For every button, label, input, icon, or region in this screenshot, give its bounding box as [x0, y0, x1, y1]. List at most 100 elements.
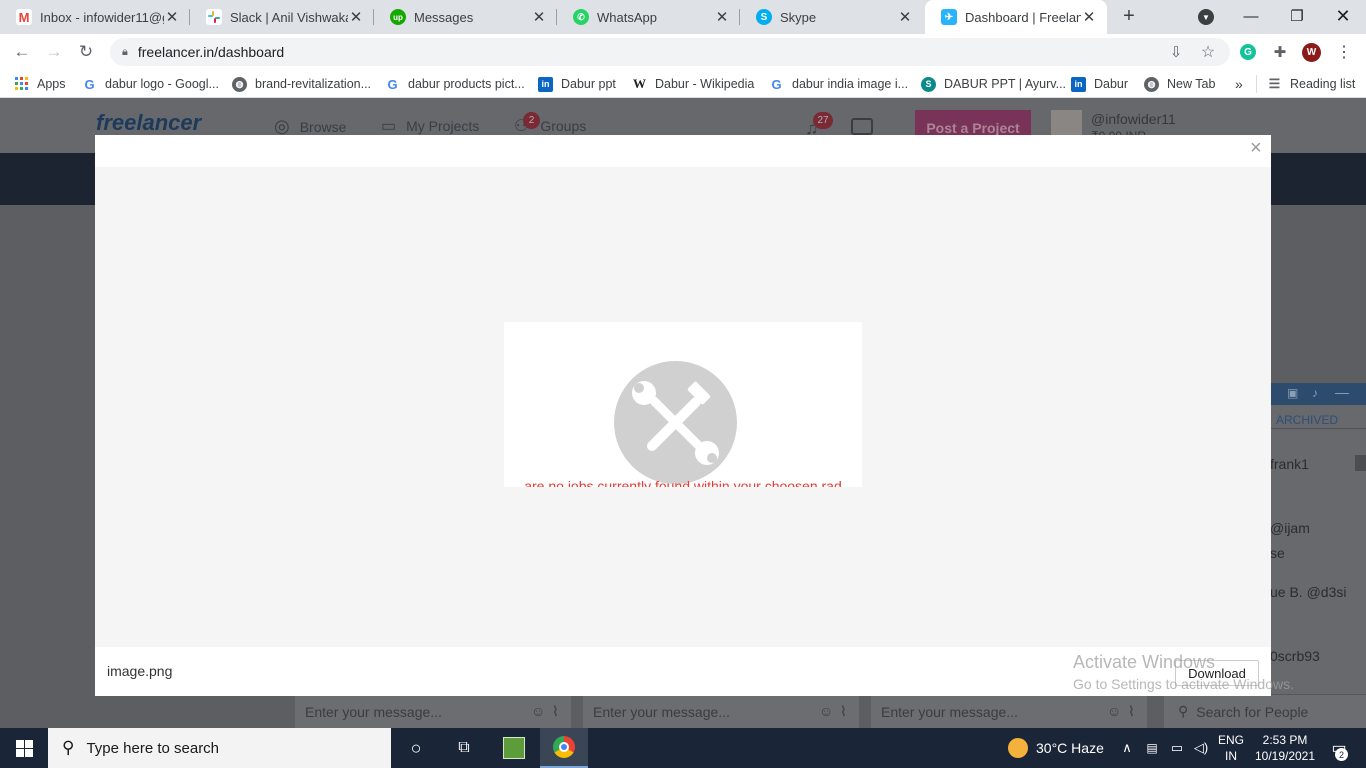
- taskbar-app-spreadsheet[interactable]: [491, 728, 537, 768]
- bookmark-label: dabur logo - Googl...: [105, 77, 219, 91]
- bookmark-item[interactable]: in Dabur: [1071, 70, 1128, 98]
- close-icon[interactable]: ✕: [897, 8, 913, 26]
- browser-toolbar: ← → ↻ 🔒︎ freelancer.in/dashboard ⇩ ☆ G ✚…: [0, 34, 1366, 70]
- taskbar-app-chrome[interactable]: [540, 728, 588, 768]
- network-icon[interactable]: ▤: [1142, 728, 1162, 768]
- close-icon[interactable]: ✕: [714, 8, 730, 26]
- slideshare-icon: S: [921, 76, 936, 92]
- people-search-input[interactable]: ⚲ Search for People: [1164, 694, 1366, 728]
- skype-icon: S: [756, 9, 772, 25]
- reading-list-button[interactable]: ☰ Reading list: [1267, 70, 1356, 98]
- attachment-icon[interactable]: ⌇: [840, 703, 847, 720]
- input-placeholder: Enter your message...: [881, 703, 1018, 720]
- bookmark-label: dabur products pict...: [408, 77, 525, 91]
- emoji-icon[interactable]: ☺: [819, 703, 833, 719]
- nav-browse[interactable]: ◎ Browse: [274, 116, 346, 137]
- close-icon[interactable]: ✕: [531, 8, 547, 26]
- tab-skype[interactable]: S Skype ✕: [740, 0, 923, 34]
- username[interactable]: @infowider11: [1091, 111, 1176, 127]
- profile-avatar-icon[interactable]: W: [1302, 43, 1321, 62]
- attachment-icon[interactable]: ⌇: [552, 703, 559, 720]
- tab-whatsapp[interactable]: ✆ WhatsApp ✕: [557, 0, 740, 34]
- display-icon[interactable]: ▭: [1166, 728, 1188, 768]
- bookmark-label: Dabur: [1094, 77, 1129, 91]
- windows-taskbar: ⚲ Type here to search ○ ⧉ 30°C Haze ∧ ▤ …: [0, 728, 1366, 768]
- tools-icon: [614, 361, 737, 484]
- minimize-chat-icon[interactable]: —: [1335, 384, 1349, 400]
- close-icon[interactable]: ✕: [164, 8, 180, 26]
- taskbar-search-box[interactable]: ⚲ Type here to search: [48, 728, 391, 768]
- google-icon: G: [771, 76, 782, 92]
- back-arrow-icon[interactable]: ←: [6, 34, 38, 70]
- extensions-puzzle-icon[interactable]: ✚: [1264, 34, 1296, 70]
- language-indicator[interactable]: ENG IN: [1214, 732, 1248, 764]
- upwork-icon: up: [390, 9, 406, 25]
- slack-icon: [206, 9, 222, 25]
- weather-text[interactable]: 30°C Haze: [1036, 728, 1116, 768]
- chat-message-input[interactable]: Enter your message... ☺ ⌇: [583, 694, 859, 728]
- bookmark-item[interactable]: G dabur logo - Googl...: [82, 70, 219, 98]
- bookmark-item[interactable]: S DABUR PPT | Ayurv...: [921, 70, 1066, 98]
- close-icon[interactable]: ✕: [1081, 8, 1097, 26]
- address-bar[interactable]: 🔒︎ freelancer.in/dashboard: [110, 38, 1230, 66]
- bookmark-item[interactable]: in Dabur ppt: [538, 70, 616, 98]
- tab-slack[interactable]: Slack | Anil Vishwakarma ✕: [190, 0, 374, 34]
- clock[interactable]: 2:53 PM 10/19/2021: [1250, 732, 1320, 764]
- bookmark-item[interactable]: G dabur products pict...: [385, 70, 525, 98]
- language-label: ENG: [1217, 733, 1244, 747]
- tab-freelancer[interactable]: ✈ Dashboard | Freelancer ✕: [925, 0, 1107, 34]
- emoji-icon[interactable]: ☺: [531, 703, 545, 719]
- chrome-icon: [553, 736, 575, 758]
- bookmark-label: brand-revitalization...: [255, 77, 372, 91]
- messages-icon[interactable]: [851, 118, 873, 135]
- bookmark-item[interactable]: W Dabur - Wikipedia: [632, 70, 754, 98]
- bookmark-item[interactable]: ◍ brand-revitalization...: [232, 70, 371, 98]
- chat-message-input[interactable]: Enter your message... ☺ ⌇: [295, 694, 571, 728]
- minimize-button[interactable]: —: [1228, 0, 1274, 32]
- bell-icon[interactable]: ♪: [1312, 386, 1318, 400]
- chat-contact[interactable]: ue B. @d3si: [1270, 584, 1346, 600]
- tab-gmail[interactable]: M Inbox - infowider11@gmail.com ✕: [0, 0, 190, 34]
- reload-icon[interactable]: ↻: [70, 34, 102, 70]
- new-tab-button[interactable]: +: [1117, 4, 1141, 28]
- bookmark-label: DABUR PPT | Ayurv...: [944, 77, 1067, 91]
- compass-icon: ◎: [274, 116, 290, 136]
- divider: [1271, 428, 1366, 429]
- modal-close-button[interactable]: ×: [1250, 137, 1262, 160]
- freelancer-logo[interactable]: freelancer: [96, 110, 201, 136]
- bookmark-apps[interactable]: Apps: [14, 70, 66, 98]
- archived-tab[interactable]: ARCHIVED: [1276, 413, 1338, 427]
- nav-label: My Projects: [406, 118, 480, 134]
- nav-my-projects[interactable]: ▭ My Projects: [381, 116, 479, 136]
- chat-contact[interactable]: @ijam: [1270, 520, 1310, 536]
- chevron-up-icon[interactable]: ∧: [1118, 728, 1136, 768]
- windows-start-button[interactable]: [0, 728, 48, 768]
- linkedin-icon: in: [538, 76, 553, 92]
- menu-kebab-icon[interactable]: ⋮: [1328, 34, 1360, 70]
- window-close-button[interactable]: ✕: [1320, 0, 1366, 32]
- attachment-icon[interactable]: ⌇: [1128, 703, 1135, 720]
- inbox-icon[interactable]: ▣: [1287, 386, 1298, 400]
- volume-icon[interactable]: ◁): [1190, 728, 1212, 768]
- bookmark-star-icon[interactable]: ☆: [1192, 34, 1224, 70]
- chat-message-input[interactable]: Enter your message... ☺ ⌇: [871, 694, 1147, 728]
- scrollbar[interactable]: [1355, 455, 1366, 471]
- cortana-icon[interactable]: ○: [395, 728, 437, 768]
- bookmark-item[interactable]: ◍ New Tab: [1144, 70, 1215, 98]
- install-icon[interactable]: ⇩: [1160, 34, 1192, 70]
- close-icon[interactable]: ✕: [348, 8, 364, 26]
- tab-messages[interactable]: up Messages ✕: [374, 0, 557, 34]
- tab-search-icon[interactable]: ▼: [1198, 9, 1214, 25]
- url-text: freelancer.in/dashboard: [137, 44, 285, 60]
- maximize-button[interactable]: ❐: [1274, 0, 1320, 32]
- grammarly-icon[interactable]: G: [1240, 44, 1256, 60]
- task-view-icon[interactable]: ⧉: [443, 728, 485, 768]
- forward-arrow-icon[interactable]: →: [38, 34, 70, 70]
- chat-contact[interactable]: 0scrb93: [1270, 648, 1320, 664]
- bookmarks-overflow-button[interactable]: »: [1235, 70, 1243, 98]
- bookmark-item[interactable]: G dabur india image i...: [769, 70, 908, 98]
- bookmarks-bar: Apps G dabur logo - Googl... ◍ brand-rev…: [0, 70, 1366, 98]
- bookmark-label: Apps: [37, 77, 66, 91]
- chat-contact[interactable]: frank1: [1270, 456, 1309, 472]
- emoji-icon[interactable]: ☺: [1107, 703, 1121, 719]
